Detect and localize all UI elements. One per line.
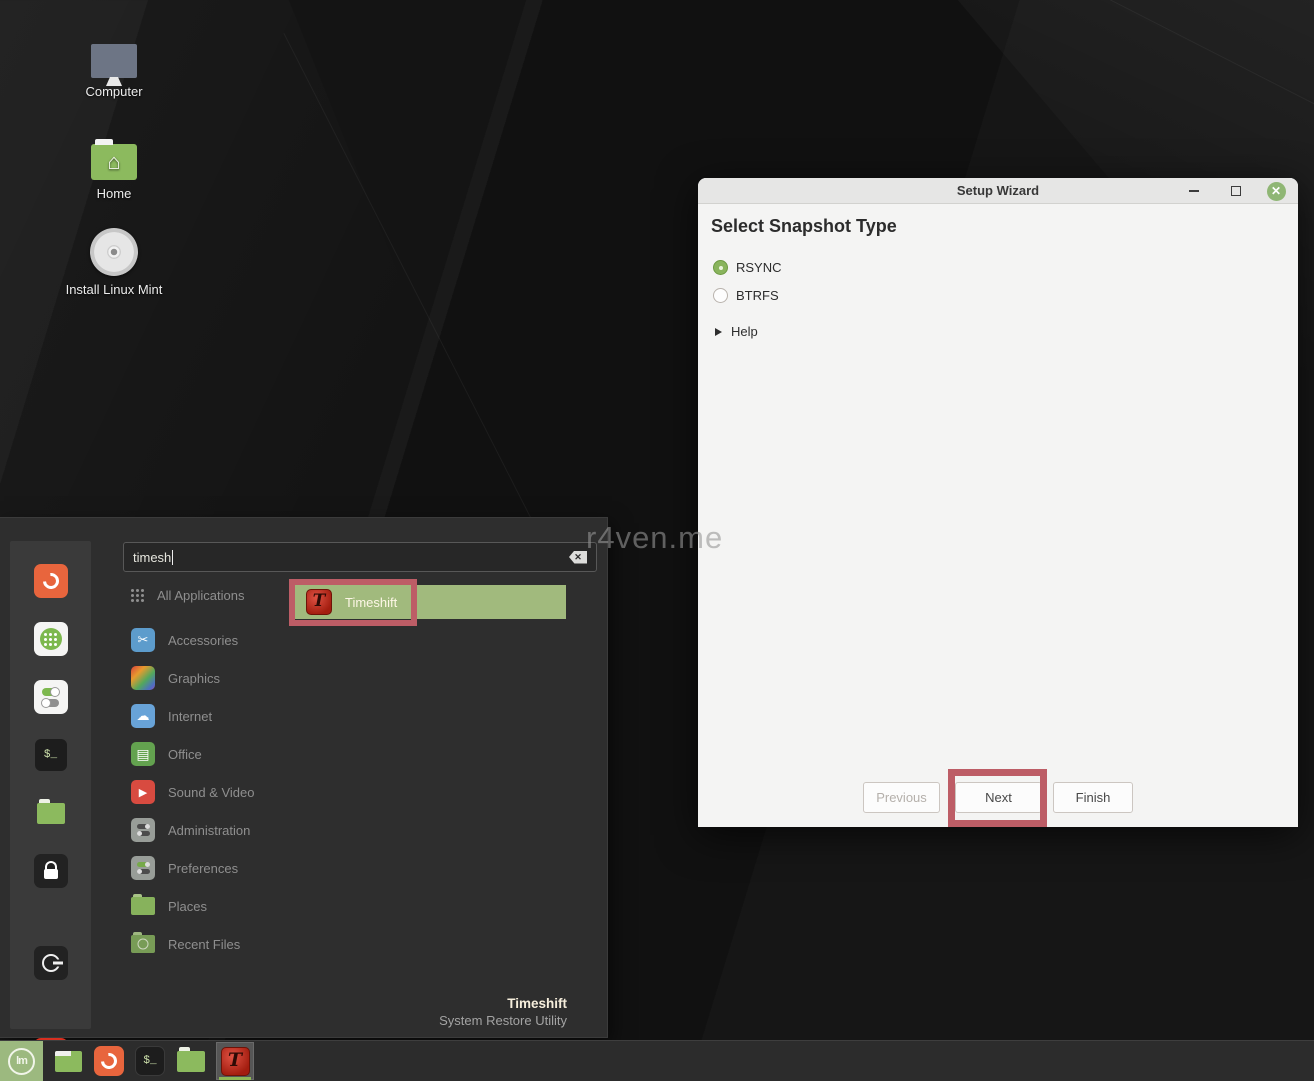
expander-arrow-icon — [715, 327, 722, 336]
search-input[interactable]: timesh ✕ — [123, 542, 597, 572]
help-label: Help — [731, 324, 758, 339]
show-desktop-icon — [54, 1050, 82, 1072]
grid-icon — [136, 594, 139, 597]
desktop-icon-label: Install Linux Mint — [65, 282, 163, 297]
menu-sidebar: $_ — [10, 541, 91, 1072]
radio-btrfs[interactable]: BTRFS — [713, 288, 779, 303]
wallpaper-line — [283, 32, 557, 569]
search-text: timesh — [133, 549, 172, 565]
software-manager-icon[interactable] — [33, 622, 68, 656]
firefox-icon[interactable] — [33, 564, 68, 598]
menu-category-administration[interactable]: Administration — [131, 816, 250, 844]
desktop-icon-home[interactable]: ⌂ Home — [54, 128, 174, 201]
all-applications-label: All Applications — [157, 588, 245, 603]
category-label: Office — [168, 746, 202, 762]
sound-video-icon: ▶ — [131, 780, 155, 804]
help-expander[interactable]: Help — [715, 324, 758, 339]
timeshift-icon: T — [220, 1046, 250, 1076]
category-label: Places — [168, 898, 208, 914]
graphics-icon — [131, 666, 155, 690]
mint-menu: $_ timesh ✕ All Applications T Timeshift… — [0, 517, 608, 1072]
disc-icon — [90, 228, 138, 276]
setup-wizard-window: Setup Wizard ✕ Select Snapshot Type RSYN… — [698, 178, 1298, 827]
menu-category-places[interactable]: Places — [131, 892, 207, 920]
internet-icon: ☁ — [131, 704, 155, 728]
home-folder-icon: ⌂ — [91, 139, 137, 180]
taskbar-timeshift-active[interactable]: T — [216, 1042, 254, 1080]
page-title: Select Snapshot Type — [711, 216, 897, 236]
files-icon — [177, 1046, 205, 1072]
timeshift-icon: T — [306, 589, 332, 615]
category-label: Preferences — [168, 860, 239, 876]
close-icon[interactable]: ✕ — [1264, 178, 1288, 204]
clear-icon[interactable]: ✕ — [569, 550, 587, 564]
next-button[interactable]: Next — [955, 782, 1042, 813]
administration-icon — [131, 818, 155, 842]
desktop-icon-computer[interactable]: Computer — [54, 26, 174, 99]
menu-category-office[interactable]: ▤ Office — [131, 740, 202, 768]
radio-label: BTRFS — [736, 288, 779, 303]
files-icon[interactable] — [34, 796, 68, 830]
selected-app-info: Timeshift System Restore Utility — [439, 996, 567, 1028]
wallpaper-line — [1002, 0, 1314, 137]
mint-menu-button[interactable]: lm — [0, 1040, 43, 1081]
category-label: Internet — [168, 708, 213, 724]
recent-files-icon — [131, 932, 155, 956]
show-desktop-button[interactable] — [52, 1043, 84, 1079]
terminal-icon: $_ — [135, 1046, 165, 1076]
mint-menu-icon: lm — [8, 1047, 35, 1075]
window-title: Setup Wizard — [956, 183, 1040, 198]
firefox-icon — [94, 1046, 124, 1076]
titlebar[interactable]: Setup Wizard ✕ — [698, 178, 1298, 204]
previous-button[interactable]: Previous — [863, 782, 940, 813]
radio-rsync[interactable]: RSYNC — [713, 260, 782, 275]
taskbar-files[interactable] — [175, 1043, 207, 1079]
menu-category-preferences[interactable]: Preferences — [131, 854, 238, 882]
category-label: Recent Files — [168, 936, 241, 952]
logout-icon[interactable] — [33, 946, 68, 980]
menu-category-recent-files[interactable]: Recent Files — [131, 930, 240, 958]
lock-screen-icon[interactable] — [33, 854, 68, 888]
maximize-icon[interactable] — [1224, 178, 1248, 204]
taskbar: lm $_ T — [0, 1040, 1314, 1081]
category-label: Graphics — [168, 670, 221, 686]
finish-button[interactable]: Finish — [1053, 782, 1133, 813]
preferences-icon — [131, 856, 155, 880]
taskbar-terminal[interactable]: $_ — [134, 1043, 166, 1079]
computer-icon — [91, 44, 137, 78]
text-caret — [172, 549, 174, 565]
radio-label: RSYNC — [736, 260, 782, 275]
search-result-timeshift[interactable]: T Timeshift — [295, 585, 566, 619]
desktop-icon-label: Home — [96, 186, 132, 201]
all-applications-button[interactable]: All Applications — [131, 588, 244, 603]
category-label: Accessories — [168, 632, 239, 648]
desktop-icon-install-linux-mint[interactable]: Install Linux Mint — [54, 224, 174, 297]
minimize-icon[interactable] — [1182, 178, 1206, 204]
taskbar-firefox[interactable] — [93, 1043, 125, 1079]
category-label: Sound & Video — [168, 784, 255, 800]
active-window-indicator — [219, 1077, 251, 1080]
menu-category-graphics[interactable]: Graphics — [131, 664, 220, 692]
office-icon: ▤ — [131, 742, 155, 766]
radio-checked-icon[interactable] — [713, 260, 728, 275]
selected-app-description: System Restore Utility — [439, 1013, 567, 1028]
places-icon — [131, 894, 155, 918]
menu-category-internet[interactable]: ☁ Internet — [131, 702, 212, 730]
menu-category-accessories[interactable]: ✂ Accessories — [131, 626, 238, 654]
selected-app-name: Timeshift — [507, 996, 567, 1011]
desktop-icon-label: Computer — [85, 84, 143, 99]
terminal-icon[interactable]: $_ — [33, 738, 68, 772]
result-label: Timeshift — [345, 594, 398, 610]
menu-category-sound-video[interactable]: ▶ Sound & Video — [131, 778, 255, 806]
watermark: r4ven.me — [586, 520, 724, 555]
category-label: Administration — [168, 822, 251, 838]
system-settings-icon[interactable] — [33, 680, 68, 714]
accessories-icon: ✂ — [131, 628, 155, 652]
radio-unchecked-icon[interactable] — [713, 288, 728, 303]
